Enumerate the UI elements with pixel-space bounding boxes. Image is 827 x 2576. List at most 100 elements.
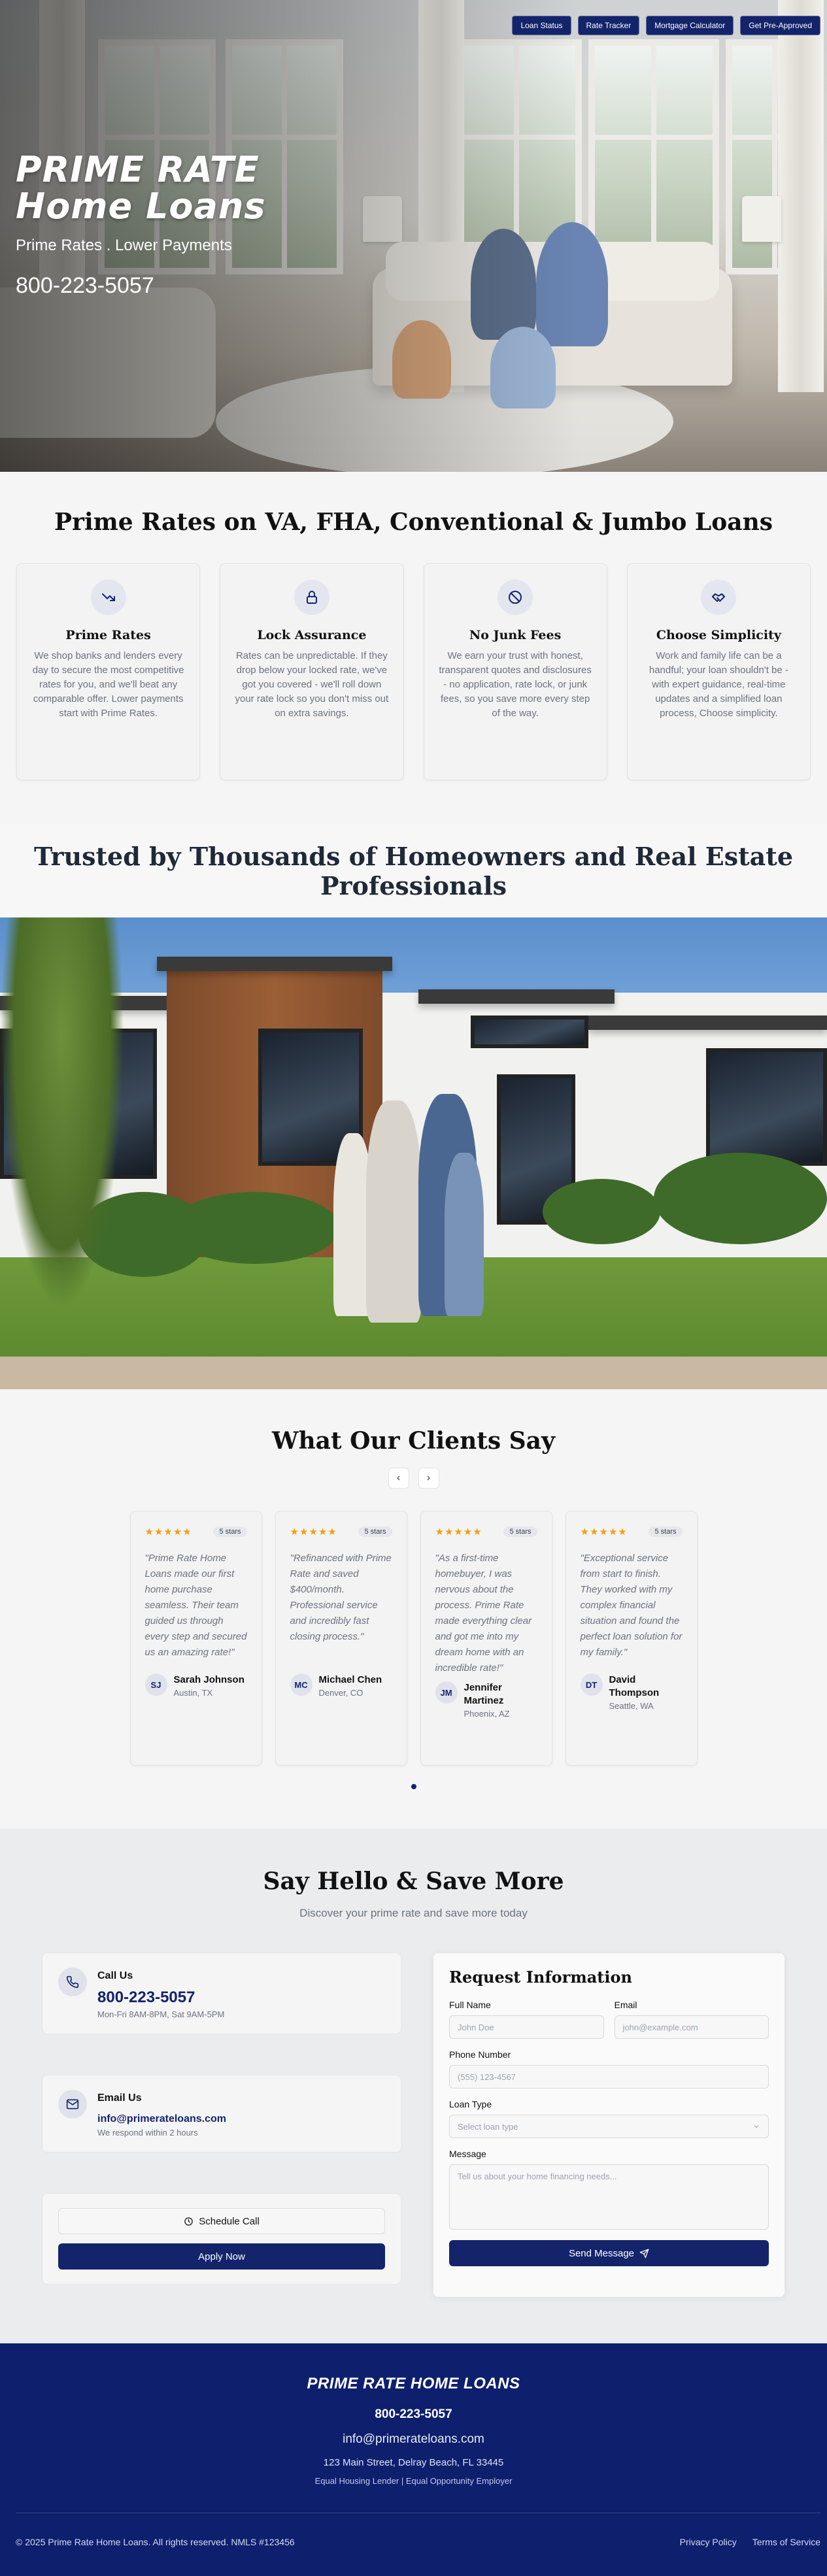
carousel-dot[interactable] [411,1784,416,1789]
handshake-icon [701,580,737,615]
author-name: Jennifer Martinez [464,1682,504,1706]
star-rating: ★★★★★ [435,1527,482,1538]
feature-card: No Junk Fees We earn your trust with hon… [423,563,607,780]
footer-email[interactable]: info@primerateloans.com [0,2432,827,2447]
house-roof [588,1016,827,1030]
house-roof [157,957,392,971]
carousel-next-button[interactable]: › [418,1468,439,1489]
testimonial-quote: "Exceptional service from start to finis… [580,1553,683,1658]
message-textarea[interactable]: Tell us about your home financing needs.… [449,2164,769,2230]
hero-section: Loan Status Rate Tracker Mortgage Calcul… [0,0,827,472]
footer-links: Privacy Policy Terms of Service [680,2537,820,2547]
testimonial-quote: "Refinanced with Prime Rate and saved $4… [290,1553,392,1642]
chevron-down-icon [754,2125,759,2128]
feature-card: Prime Rates We shop banks and lenders ev… [16,563,201,780]
mail-icon [58,2090,87,2119]
phone-icon [58,1968,87,1996]
contact-phone[interactable]: 800-223-5057 [97,1989,224,2007]
hero-title-line2: Home Loans [16,186,266,227]
testimonial-card: ★★★★★ 5 stars "Refinanced with Prime Rate… [275,1511,407,1766]
nav-loan-status[interactable]: Loan Status [512,16,571,35]
testimonial-quote: "As a first-time homebuyer, I was nervou… [435,1553,532,1674]
contact-hours: Mon-Fri 8AM-8PM, Sat 9AM-5PM [97,2009,225,2019]
testimonial-cards: ★★★★★ 5 stars "Prime Rate Home Loans made… [0,1511,827,1766]
hero-title: PRIME RATE Home Loans [16,152,266,225]
hero-tagline: Prime Rates . Lower Payments [16,237,232,254]
schedule-call-label: Schedule Call [199,2215,260,2227]
lock-icon [294,580,329,615]
loan-type-select[interactable]: Select loan type [449,2115,769,2138]
rating-badge: 5 stars [358,1527,392,1537]
testimonial-author: JM Jennifer Martinez Phoenix, AZ [435,1681,537,1719]
family-member [366,1100,422,1323]
footer-phone[interactable]: 800-223-5057 [0,2407,827,2422]
feature-card: Choose Simplicity Work and family life c… [626,563,811,780]
nav-mortgage-calculator[interactable]: Mortgage Calculator [646,16,734,35]
hero-phone[interactable]: 800-223-5057 [16,273,266,299]
star-rating: ★★★★★ [144,1527,192,1538]
author-location: Denver, CO [318,1688,363,1698]
full-name-input[interactable]: John Doe [449,2015,604,2039]
apply-now-button[interactable]: Apply Now [58,2243,385,2270]
send-message-button[interactable]: Send Message [449,2240,769,2266]
privacy-policy-link[interactable]: Privacy Policy [680,2537,737,2547]
email-input[interactable]: john@example.com [614,2015,769,2039]
shrub [170,1192,340,1264]
loan-type-group: Loan Type Select loan type [449,2099,769,2138]
feature-card: Lock Assurance Rates can be unpredictabl… [220,563,404,780]
window-glass [471,1016,588,1048]
send-icon [639,2249,649,2258]
author-name: David Thompson [609,1674,660,1698]
message-group: Message Tell us about your home financin… [449,2149,769,2230]
testimonial-card: ★★★★★ 5 stars "Prime Rate Home Loans made… [129,1511,262,1766]
nav-get-pre-approved[interactable]: Get Pre-Approved [740,16,820,35]
schedule-call-button[interactable]: Schedule Call [58,2208,385,2234]
footer-brand: PRIME RATE HOME LOANS [307,2375,520,2392]
star-rating: ★★★★★ [580,1527,628,1538]
rating-badge: 5 stars [213,1527,247,1537]
nav-rate-tracker[interactable]: Rate Tracker [577,16,640,35]
author-location: Phoenix, AZ [464,1709,510,1719]
contact-grid: Call Us 800-223-5057 Mon-Fri 8AM-8PM, Sa… [42,1953,785,2298]
send-message-label: Send Message [568,2247,635,2259]
avatar: MC [290,1674,312,1696]
testimonials-section: What Our Clients Say ‹ › ★★★★★ 5 stars "P… [0,1389,827,1828]
request-info-form: Request Information Full Name John Doe E… [433,1953,785,2298]
features-section: Prime Rates on VA, FHA, Conventional & J… [0,472,827,825]
window-glass [706,1048,827,1166]
email-group: Email john@example.com [614,2000,769,2039]
carousel-controls: ‹ › [0,1468,827,1489]
avatar: DT [580,1674,603,1696]
feature-title: Prime Rates [65,628,151,642]
star-rating: ★★★★★ [290,1527,337,1538]
features-cards: Prime Rates We shop banks and lenders ev… [14,563,813,780]
ban-icon [498,580,533,615]
avatar: SJ [144,1674,167,1696]
full-name-label: Full Name [449,2000,491,2010]
contact-info-column: Call Us 800-223-5057 Mon-Fri 8AM-8PM, Sa… [42,1953,401,2298]
feature-title: Lock Assurance [257,628,367,642]
contact-email[interactable]: info@primerateloans.com [97,2113,226,2125]
email-field-label: Email [614,2000,637,2010]
feature-title: Choose Simplicity [656,628,781,642]
author-location: Austin, TX [173,1688,213,1698]
testimonial-author: MC Michael Chen Denver, CO [290,1674,392,1698]
rating-badge: 5 stars [649,1527,683,1537]
call-label: Call Us [97,1970,133,1981]
shrub [654,1153,827,1244]
contact-subtitle: Discover your prime rate and save more t… [299,1907,528,1919]
avatar: JM [435,1681,458,1704]
phone-input[interactable]: (555) 123-4567 [449,2065,769,2089]
feature-text: Rates can be unpredictable. If they drop… [235,650,389,719]
testimonials-title: What Our Clients Say [272,1427,555,1455]
terms-of-service-link[interactable]: Terms of Service [752,2537,820,2547]
phone-group: Phone Number (555) 123-4567 [449,2049,769,2089]
message-label: Message [449,2149,486,2159]
hero-text: PRIME RATE Home Loans Prime Rates . Lowe… [16,152,266,299]
features-title: Prime Rates on VA, FHA, Conventional & J… [54,508,773,536]
carousel-prev-button[interactable]: ‹ [388,1468,409,1489]
email-note: We respond within 2 hours [97,2128,198,2138]
email-card: Email Us info@primerateloans.com We resp… [42,2075,401,2153]
footer-equal-housing: Equal Housing Lender | Equal Opportunity… [314,2476,513,2486]
footer: PRIME RATE HOME LOANS 800-223-5057 info@… [0,2343,827,2576]
